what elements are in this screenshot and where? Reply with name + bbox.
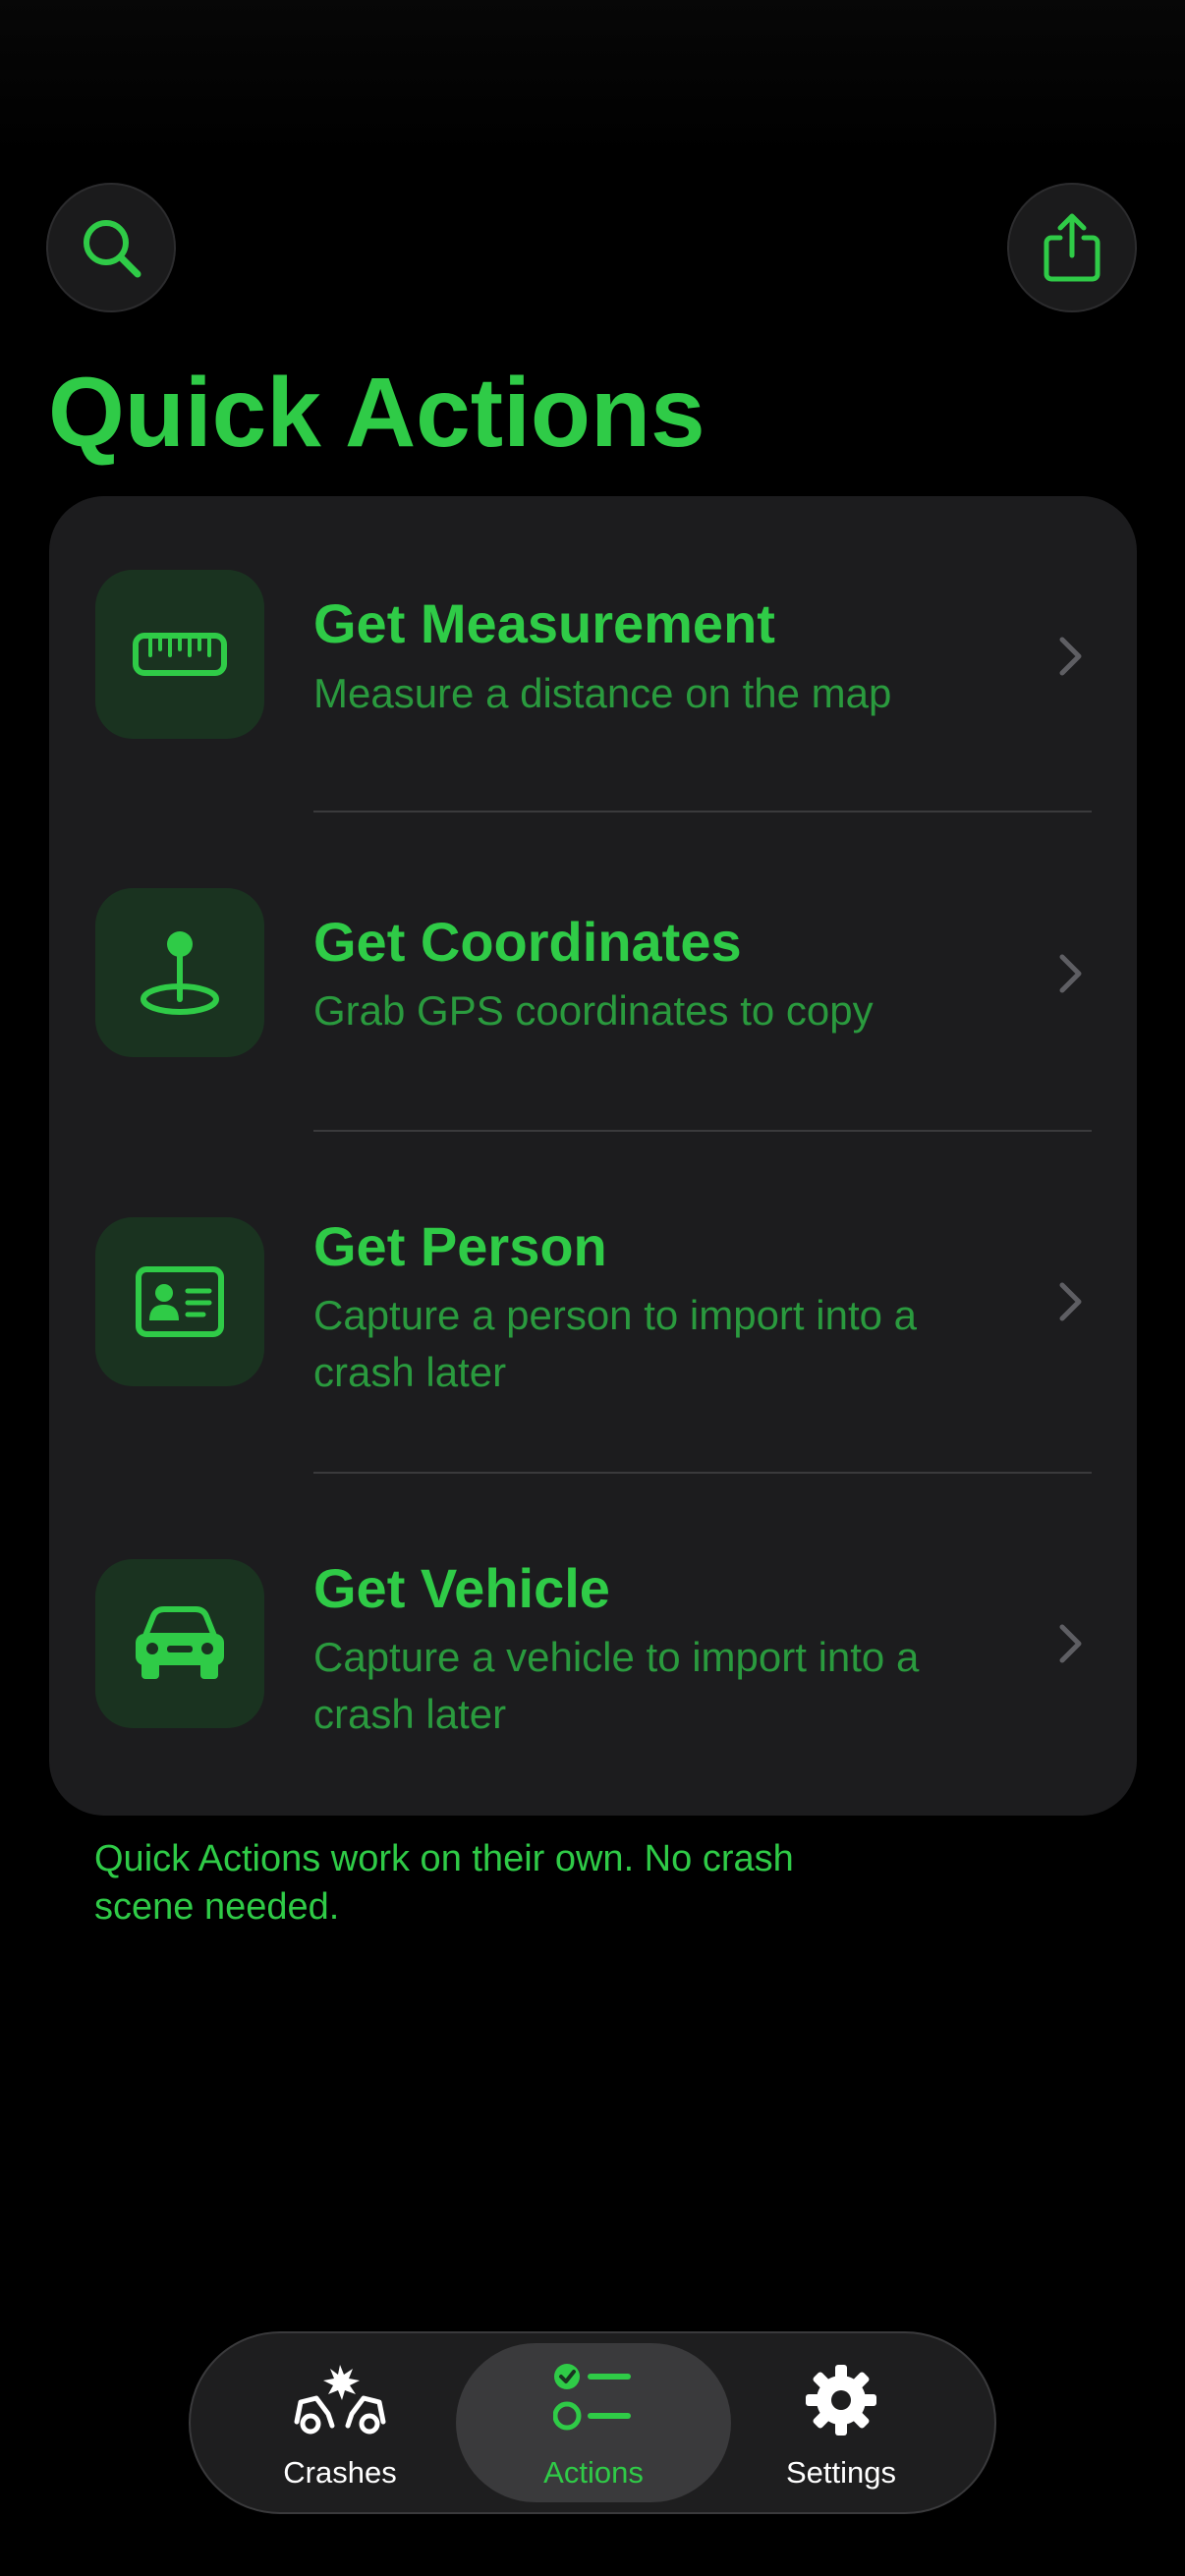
car-crash-icon [294,2365,386,2435]
action-subtitle: Capture a vehicle to import into a crash… [313,1634,920,1737]
action-get-person[interactable]: Get Person Capture a person to import in… [49,1132,1137,1472]
action-get-coordinates[interactable]: Get Coordinates Grab GPS coordinates to … [49,812,1137,1130]
footnote: Quick Actions work on their own. No cras… [94,1838,794,1928]
action-subtitle: Grab GPS coordinates to copy [313,987,874,1034]
share-icon [1044,213,1100,282]
ruler-icon [133,633,227,676]
action-title: Get Measurement [313,592,775,654]
actions-card: Get Measurement Measure a distance on th… [49,496,1137,1816]
chevron-right-icon [1059,1624,1082,1663]
checklist-icon [553,2364,631,2431]
tab-settings[interactable]: Settings [711,2343,971,2502]
tab-label: Crashes [283,2455,397,2490]
search-icon [84,220,141,278]
icon-tile [95,888,264,1057]
share-button[interactable] [1007,183,1137,312]
search-button[interactable] [46,183,176,312]
tab-bar: Crashes Actions Settings [189,2331,996,2514]
action-title: Get Coordinates [313,911,742,973]
status-bar-area [0,0,1185,157]
tab-actions[interactable]: Actions [456,2343,731,2502]
chevron-right-icon [1059,1282,1082,1321]
tab-label: Settings [785,2455,896,2490]
action-title: Get Vehicle [313,1557,610,1619]
chevron-right-icon [1059,954,1082,993]
action-subtitle: Capture a person to import into a crash … [313,1292,918,1395]
action-get-measurement[interactable]: Get Measurement Measure a distance on th… [49,496,1137,811]
icon-tile [95,1217,264,1386]
action-subtitle: Measure a distance on the map [313,670,892,716]
car-icon [136,1606,224,1679]
icon-tile [95,570,264,739]
page-title: Quick Actions [48,358,705,468]
action-get-vehicle[interactable]: Get Vehicle Capture a vehicle to import … [49,1474,1137,1816]
tab-label: Actions [543,2455,644,2490]
tab-crashes[interactable]: Crashes [210,2343,470,2502]
person-card-icon [136,1266,224,1337]
icon-tile [95,1559,264,1728]
action-title: Get Person [313,1215,607,1277]
location-pin-icon [141,931,219,1015]
chevron-right-icon [1059,637,1082,676]
gear-icon [806,2365,876,2436]
